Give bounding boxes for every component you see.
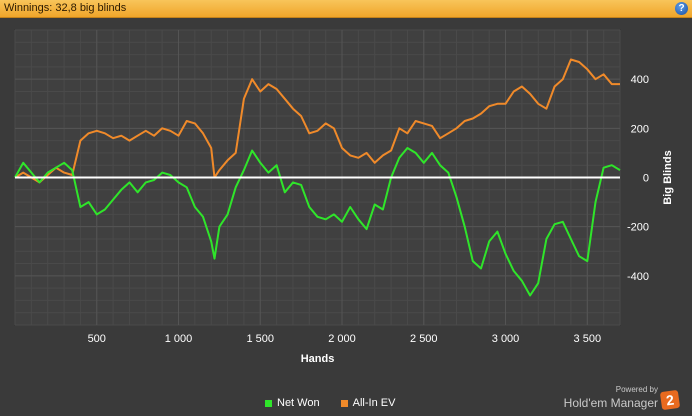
legend-swatch-all-in-ev bbox=[340, 399, 348, 407]
winnings-title: Winnings: 32,8 big blinds bbox=[4, 2, 127, 14]
brand-logo: Powered by Hold'em Manager bbox=[564, 385, 658, 412]
y-tick-label: -200 bbox=[627, 222, 649, 234]
y-axis-title: Big Blinds bbox=[662, 150, 674, 204]
winnings-chart: 500 1 000 1 500 2 000 2 500 3 000 3 500 400 200 0… bbox=[14, 29, 674, 365]
x-tick-label: 2 000 bbox=[328, 333, 356, 345]
x-tick-label: 3 000 bbox=[492, 333, 520, 345]
legend-label-all-in-ev: All-In EV bbox=[352, 397, 396, 409]
y-tick-label: 400 bbox=[631, 74, 649, 86]
y-tick-label: 0 bbox=[643, 173, 649, 185]
help-icon[interactable]: ? bbox=[675, 2, 688, 15]
x-tick-label: 500 bbox=[88, 333, 106, 345]
legend-item-all-in-ev[interactable]: All-In EV bbox=[340, 397, 396, 409]
brand-powered-text: Powered by bbox=[615, 385, 658, 394]
legend-swatch-net-won bbox=[265, 399, 272, 407]
chart-legend: Net Won All-In EV bbox=[265, 397, 413, 409]
brand-name: Hold'em Manager bbox=[563, 396, 658, 410]
y-tick-label: 200 bbox=[631, 123, 649, 135]
x-tick-label: 1 000 bbox=[165, 333, 193, 345]
x-tick-label: 1 500 bbox=[247, 333, 275, 345]
x-tick-label: 3 500 bbox=[574, 333, 602, 345]
y-tick-label: -400 bbox=[627, 271, 649, 283]
brand-badge-icon: 2 bbox=[659, 389, 681, 411]
legend-item-net-won[interactable]: Net Won bbox=[265, 397, 320, 409]
title-bar: Winnings: 32,8 big blinds ? bbox=[0, 0, 692, 18]
legend-label-net-won: Net Won bbox=[277, 397, 320, 409]
x-axis-title: Hands bbox=[301, 353, 335, 365]
x-tick-label: 2 500 bbox=[410, 333, 438, 345]
